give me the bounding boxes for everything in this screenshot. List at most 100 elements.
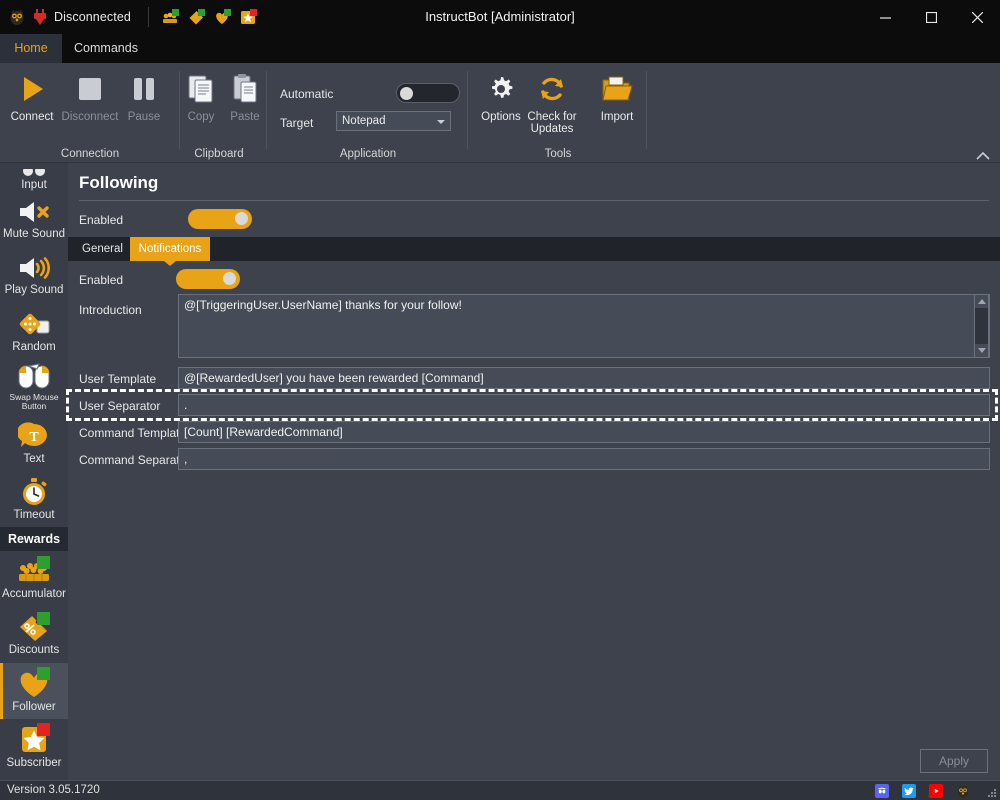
toggle-knob: [235, 212, 248, 225]
sidebar-label-text: Text: [23, 453, 45, 465]
group-divider: [646, 71, 647, 149]
sidebar-item-subscriber[interactable]: Subscriber: [0, 719, 68, 775]
svg-text:T: T: [29, 430, 39, 445]
instructbot-owl-icon[interactable]: [956, 784, 970, 798]
sidebar-item-play-sound[interactable]: Play Sound: [0, 247, 68, 303]
heart-icon: [16, 667, 52, 699]
ribbon-group-clipboard: Copy Paste Clipboard: [171, 63, 267, 163]
target-label: Target: [280, 116, 314, 130]
twitter-icon[interactable]: [902, 784, 916, 798]
title-bar: Disconnected InstructBot [Administrator]: [0, 0, 1000, 34]
sidebar-label-input: Input: [21, 179, 47, 191]
sidebar-label-accumulator: Accumulator: [2, 588, 66, 600]
sidebar-header-rewards: Rewards: [0, 527, 68, 551]
pause-bars-icon: [127, 69, 161, 109]
connect-button[interactable]: Connect: [2, 69, 62, 137]
sidebar-item-input[interactable]: Input: [0, 163, 68, 191]
import-label: Import: [600, 111, 634, 123]
discounts-mini-icon[interactable]: [188, 8, 205, 25]
accumulator-mini-icon[interactable]: [162, 8, 179, 25]
notifications-enabled-label: Enabled: [79, 273, 124, 287]
sidebar-item-discounts[interactable]: Discounts: [0, 607, 68, 663]
connection-status-text: Disconnected: [54, 10, 131, 24]
instructbot-window: Disconnected InstructBot [Administrator]…: [0, 0, 1000, 800]
ribbon: Connect Disconnect Pause Connection Copy…: [0, 63, 1000, 163]
notifications-enabled-toggle[interactable]: [176, 269, 240, 289]
scroll-down-arrow[interactable]: [975, 344, 988, 357]
sidebar-item-accumulator[interactable]: Accumulator: [0, 551, 68, 607]
pause-button[interactable]: Pause: [114, 69, 174, 137]
toggle-knob: [400, 87, 413, 100]
sidebar-item-mute-sound[interactable]: Mute Sound: [0, 191, 68, 247]
follower-mini-icon[interactable]: [214, 8, 231, 25]
automatic-toggle[interactable]: [396, 83, 460, 103]
minimize-button[interactable]: [862, 0, 908, 34]
panel-enabled-toggle[interactable]: [188, 209, 252, 229]
social-links: [875, 784, 970, 798]
import-button[interactable]: Import: [587, 69, 647, 137]
group-label-application: Application: [339, 148, 397, 160]
check-for-updates-button[interactable]: Check for Updates: [521, 69, 583, 137]
tab-general[interactable]: General: [75, 237, 130, 261]
dice-icon: [17, 309, 51, 339]
sidebar-label-play-sound: Play Sound: [4, 284, 64, 296]
sidebar-item-follower[interactable]: Follower: [0, 663, 68, 719]
introduction-label: Introduction: [79, 303, 142, 317]
window-controls: [862, 0, 1000, 34]
play-triangle-icon: [15, 69, 49, 109]
star-icon: [16, 723, 52, 755]
status-badge: [37, 723, 50, 736]
subscriber-mini-icon[interactable]: [240, 8, 257, 25]
paste-clipboard-icon: [228, 69, 262, 109]
tab-notifications[interactable]: Notifications: [130, 237, 210, 266]
quick-status-icons: [162, 8, 257, 25]
user-separator-input[interactable]: .: [178, 394, 990, 416]
gear-icon: [486, 69, 516, 109]
command-separator-input[interactable]: ,: [178, 448, 990, 470]
stop-square-icon: [73, 69, 107, 109]
form-tabbar: General Notifications: [68, 237, 1000, 266]
maximize-button[interactable]: [908, 0, 954, 34]
status-badge: [37, 667, 50, 680]
connect-label: Connect: [10, 111, 54, 123]
chevron-up-icon[interactable]: [976, 148, 990, 160]
discord-icon[interactable]: [875, 784, 889, 798]
target-value: Notepad: [342, 115, 386, 127]
close-button[interactable]: [954, 0, 1000, 34]
user-template-input[interactable]: @[RewardedUser] you have been rewarded […: [178, 367, 990, 389]
tab-commands[interactable]: Commands: [62, 34, 150, 63]
pause-label: Pause: [127, 111, 161, 123]
sidebar-label-swap-mouse-button: Swap Mouse Button: [9, 391, 59, 411]
status-badge: [37, 612, 50, 625]
sidebar-label-timeout: Timeout: [13, 509, 55, 521]
sidebar-label-random: Random: [12, 341, 56, 353]
sidebar-item-timeout[interactable]: Timeout: [0, 471, 68, 527]
resize-grip-icon[interactable]: [987, 788, 996, 797]
disconnect-label: Disconnect: [61, 111, 119, 123]
youtube-icon[interactable]: [929, 784, 943, 798]
owl-logo-icon: [8, 8, 26, 26]
status-badge: [37, 556, 50, 569]
introduction-scrollbar[interactable]: [974, 294, 989, 358]
sidebar-item-random[interactable]: Random: [0, 303, 68, 359]
copy-pages-icon: [184, 69, 218, 109]
titlebar-divider: [147, 7, 149, 27]
target-combobox[interactable]: Notepad: [336, 111, 451, 131]
sidebar-item-text[interactable]: T Text: [0, 415, 68, 471]
sidebar[interactable]: Input Mute Sound Play Sound Random Swap …: [0, 163, 68, 780]
sidebar-item-swap-mouse-button[interactable]: Swap Mouse Button: [0, 359, 68, 415]
apply-button[interactable]: Apply: [920, 749, 988, 773]
user-template-label: User Template: [79, 372, 157, 386]
introduction-input[interactable]: @[TriggeringUser.UserName] thanks for yo…: [178, 294, 990, 358]
ribbon-group-connection: Connect Disconnect Pause Connection: [0, 63, 180, 163]
swap-mouse-icon: [16, 362, 52, 391]
command-template-input[interactable]: [Count] [RewardedCommand]: [178, 421, 990, 443]
title-divider: [79, 200, 989, 201]
user-separator-label: User Separator: [79, 399, 161, 413]
tab-home[interactable]: Home: [0, 34, 62, 63]
sidebar-label-subscriber: Subscriber: [6, 757, 62, 769]
ribbon-group-application: Automatic Target Notepad Application: [268, 63, 468, 163]
disconnect-button[interactable]: Disconnect: [60, 69, 120, 137]
tab-notifications-label: Notifications: [138, 243, 202, 255]
scroll-up-arrow[interactable]: [975, 295, 988, 308]
